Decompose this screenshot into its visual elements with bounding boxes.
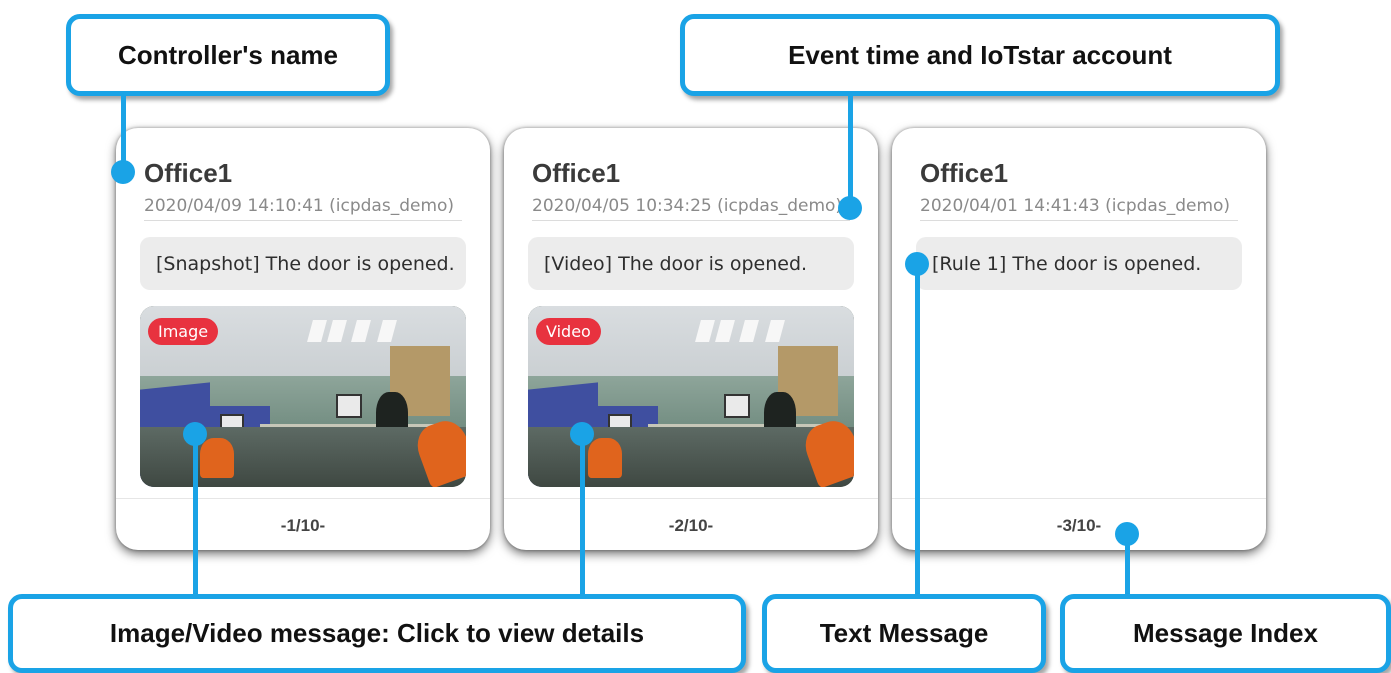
- event-time-account: 2020/04/01 14:41:43 (icpdas_demo): [920, 196, 1231, 216]
- callout-media-message: Image/Video message: Click to view detai…: [8, 594, 746, 673]
- message-text: [Video] The door is opened.: [528, 237, 854, 290]
- message-card-3[interactable]: Office1 2020/04/01 14:41:43 (icpdas_demo…: [892, 128, 1266, 550]
- divider: [532, 220, 850, 221]
- footer-divider: [892, 498, 1266, 499]
- callout-controller-name: Controller's name: [66, 14, 390, 96]
- marker-image: [183, 422, 207, 446]
- message-text: [Rule 1] The door is opened.: [916, 237, 1242, 290]
- marker-event-time: [838, 196, 862, 220]
- divider: [920, 220, 1238, 221]
- divider: [144, 220, 462, 221]
- marker-text-message: [905, 252, 929, 276]
- video-thumbnail[interactable]: Video: [528, 306, 854, 487]
- connector-image: [193, 432, 198, 598]
- controller-name: Office1: [532, 158, 621, 188]
- message-card-1[interactable]: Office1 2020/04/09 14:10:41 (icpdas_demo…: [116, 128, 490, 550]
- message-text-label: [Snapshot] The door is opened.: [156, 252, 455, 275]
- callout-message-index: Message Index: [1060, 594, 1391, 673]
- marker-message-index: [1115, 522, 1139, 546]
- media-type-badge: Image: [148, 318, 219, 345]
- marker-video: [570, 422, 594, 446]
- message-index: -3/10-: [1056, 516, 1102, 535]
- connector-event-time: [848, 96, 853, 208]
- controller-name: Office1: [144, 158, 233, 188]
- message-text-label: [Rule 1] The door is opened.: [932, 252, 1202, 275]
- media-type-badge: Video: [536, 318, 601, 345]
- message-text: [Snapshot] The door is opened.: [140, 237, 466, 290]
- controller-name: Office1: [920, 158, 1009, 188]
- message-index: -1/10-: [280, 516, 326, 535]
- connector-video: [580, 432, 585, 598]
- message-text-label: [Video] The door is opened.: [544, 252, 808, 275]
- footer-divider: [116, 498, 490, 499]
- connector-text-message: [915, 262, 920, 598]
- callout-event-time: Event time and IoTstar account: [680, 14, 1280, 96]
- event-time-account: 2020/04/09 14:10:41 (icpdas_demo): [144, 196, 455, 216]
- callout-text-message: Text Message: [762, 594, 1046, 673]
- image-thumbnail[interactable]: Image: [140, 306, 466, 487]
- message-card-2[interactable]: Office1 2020/04/05 10:34:25 (icpdas_demo…: [504, 128, 878, 550]
- message-index: -2/10-: [668, 516, 714, 535]
- footer-divider: [504, 498, 878, 499]
- marker-controller-name: [111, 160, 135, 184]
- event-time-account: 2020/04/05 10:34:25 (icpdas_demo): [532, 196, 843, 216]
